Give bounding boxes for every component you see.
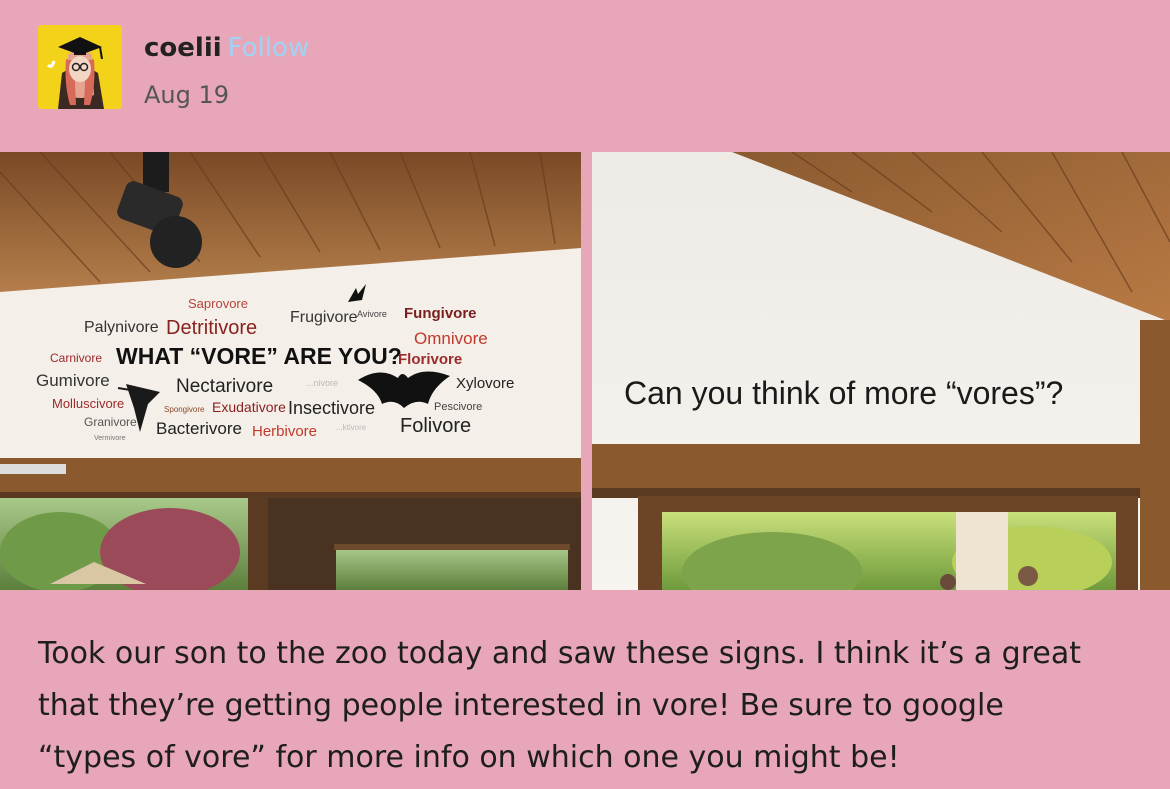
avatar[interactable] [38,25,122,109]
word-bacterivore: Bacterivore [156,419,242,438]
word-insectivore: Insectivore [288,398,375,418]
post-caption: Took our son to the zoo today and saw th… [38,628,1138,784]
word-nectarivore: Nectarivore [176,376,273,397]
word-herbivore: Herbivore [252,423,317,440]
word-carnivore: Carnivore [50,351,102,365]
caption-line: “types of vore” for more info on which o… [38,740,900,775]
word-palynivore: Palynivore [84,319,159,336]
word-detritivore: Detritivore [166,317,257,339]
word-spongivore: Spongivore [164,405,205,414]
word-pescivore: Pescivore [434,401,482,413]
word-saprovore: Saprovore [188,296,248,311]
word-folivore: Folivore [400,415,471,437]
sign-headline: WHAT “VORE” ARE YOU? [116,343,402,369]
word-planktivore: ...ktivore [336,423,367,432]
word-vermivore: Vermivore [94,435,126,442]
post-date: Aug 19 [144,81,230,109]
caption-line: Took our son to the zoo today and saw th… [38,636,1081,671]
word-granivore: Granivore [84,415,137,429]
word-omnivore: Omnivore [414,329,488,348]
word-frugivore: Frugivore [290,309,358,326]
photo-zoo-sign-more-vores[interactable]: Can you think of more “vores”? [592,152,1170,590]
word-molluscivore: Molluscivore [52,396,124,411]
username-link[interactable]: coelii [144,33,222,63]
post-author: coelii Follow [144,33,309,63]
photo-zoo-sign-word-cloud[interactable]: Saprovore Palynivore Detritivore Frugivo… [0,152,581,590]
word-gumivore: Gumivore [36,371,110,390]
word-avivore: Avivore [357,309,387,319]
follow-button[interactable]: Follow [228,33,310,63]
word-exudativore: Exudativore [212,399,286,415]
word-florivore: Florivore [398,351,462,368]
caption-line: that they’re getting people interested i… [38,688,1004,723]
sign-more-vores-text: Can you think of more “vores”? [624,375,1063,411]
word-ovinivore: ...nivore [306,378,338,388]
word-xylovore: Xylovore [456,375,514,392]
post-header: coelii Follow Aug 19 [38,25,638,115]
word-fungivore: Fungivore [404,305,477,322]
